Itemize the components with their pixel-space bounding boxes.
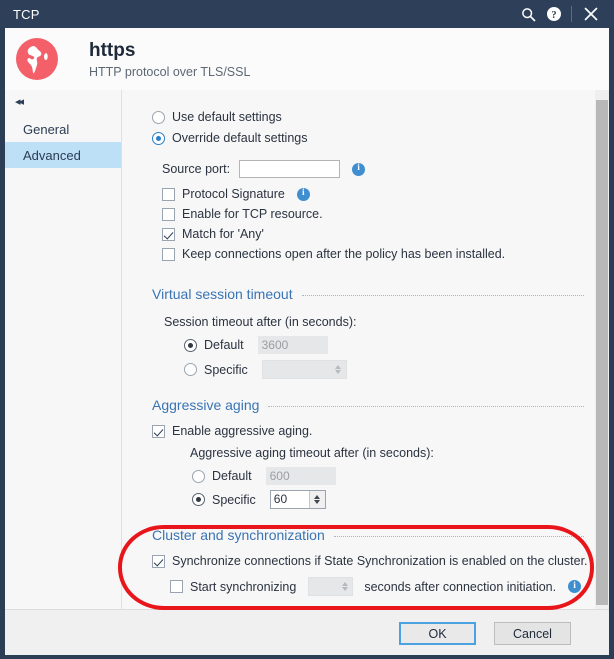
- session-timeout-default-value: [257, 336, 328, 354]
- enable-tcp-resource-label: Enable for TCP resource.: [182, 207, 323, 221]
- dialog-footer: OK Cancel: [5, 609, 609, 655]
- cluster-synchronization-heading-text: Cluster and synchronization: [152, 527, 325, 543]
- source-port-info-icon[interactable]: i: [352, 162, 366, 176]
- sidebar-item-general[interactable]: General: [5, 116, 121, 142]
- settings-pane-inner: Use default settings Override default se…: [122, 90, 599, 609]
- aggressive-aging-specific-label: Specific: [212, 492, 256, 507]
- title-bar: TCP ?: [0, 0, 614, 28]
- titlebar-separator: [571, 6, 572, 22]
- vertical-scrollbar[interactable]: [595, 90, 609, 609]
- start-synchronizing-after-label: seconds after connection initiation.: [364, 579, 557, 594]
- start-synchronizing-row[interactable]: Start synchronizing seconds after connec…: [170, 577, 582, 596]
- dialog-header: https HTTP protocol over TLS/SSL: [5, 28, 609, 90]
- enable-tcp-resource-checkbox[interactable]: [162, 207, 175, 221]
- start-synchronizing-value: [309, 578, 337, 595]
- keep-connections-open-row[interactable]: Keep connections open after the policy h…: [162, 247, 505, 261]
- match-for-any-checkbox[interactable]: [162, 227, 175, 241]
- search-icon[interactable]: [515, 1, 541, 27]
- use-default-settings-radio[interactable]: [152, 110, 165, 124]
- help-icon[interactable]: ?: [541, 1, 567, 27]
- heading-rule: [268, 406, 584, 408]
- start-synchronizing-label: Start synchronizing: [190, 579, 297, 594]
- synchronize-connections-label: Synchronize connections if State Synchro…: [172, 554, 588, 568]
- protocol-signature-checkbox[interactable]: [162, 187, 175, 201]
- keep-connections-open-label: Keep connections open after the policy h…: [182, 247, 506, 261]
- override-default-settings-label: Override default settings: [172, 131, 308, 145]
- source-port-input[interactable]: [239, 160, 341, 178]
- globe-icon: [16, 38, 58, 80]
- session-timeout-default-radio[interactable]: [184, 338, 197, 352]
- tcp-properties-window: TCP ? https HTTP protocol over TLS/SSL ◂…: [0, 0, 614, 659]
- window-title: TCP: [13, 6, 40, 22]
- cluster-synchronization-heading: Cluster and synchronization: [152, 527, 584, 543]
- synchronize-connections-row[interactable]: Synchronize connections if State Synchro…: [152, 554, 588, 568]
- enable-tcp-resource-row[interactable]: Enable for TCP resource.: [162, 207, 323, 221]
- aggressive-aging-default-label: Default: [212, 469, 252, 483]
- spinner-arrows-icon[interactable]: [337, 578, 353, 595]
- heading-rule: [301, 295, 584, 297]
- ok-button[interactable]: OK: [399, 622, 476, 645]
- override-default-settings-radio-row[interactable]: Override default settings: [152, 131, 308, 145]
- override-default-settings-radio[interactable]: [152, 131, 165, 145]
- session-timeout-specific-label: Specific: [204, 362, 248, 377]
- use-default-settings-label: Use default settings: [172, 110, 282, 124]
- source-port-row: Source port: i: [162, 160, 366, 178]
- session-timeout-specific-radio[interactable]: [184, 363, 197, 376]
- page-subtitle: HTTP protocol over TLS/SSL: [89, 64, 251, 79]
- aggressive-aging-heading-text: Aggressive aging: [152, 397, 260, 413]
- use-default-settings-radio-row[interactable]: Use default settings: [152, 110, 282, 124]
- sidebar-item-label: General: [23, 121, 70, 137]
- aggressive-aging-heading: Aggressive aging: [152, 397, 584, 413]
- svg-text:?: ?: [551, 10, 556, 21]
- aggressive-aging-specific-spinner[interactable]: 60: [269, 490, 326, 509]
- aggressive-aging-sublabel: Aggressive aging timeout after (in secon…: [190, 446, 434, 460]
- cancel-button[interactable]: Cancel: [494, 622, 571, 645]
- aggressive-aging-specific-radio[interactable]: [192, 493, 205, 506]
- settings-pane: Use default settings Override default se…: [122, 90, 609, 609]
- spinner-arrows-icon[interactable]: [330, 361, 346, 378]
- header-text: https HTTP protocol over TLS/SSL: [89, 40, 250, 79]
- keep-connections-open-checkbox[interactable]: [162, 247, 175, 261]
- aggressive-aging-specific-value: 60: [273, 492, 288, 506]
- session-timeout-specific-row[interactable]: Specific: [184, 360, 347, 379]
- close-icon[interactable]: [578, 1, 604, 27]
- titlebar-actions: ?: [515, 0, 614, 28]
- enable-aggressive-aging-checkbox[interactable]: [152, 424, 165, 438]
- session-timeout-specific-value: [263, 361, 331, 378]
- enable-aggressive-aging-label: Enable aggressive aging.: [172, 424, 313, 438]
- aggressive-aging-default-row[interactable]: Default: [192, 467, 336, 485]
- sidebar-item-label: Advanced: [23, 147, 81, 163]
- session-timeout-default-label: Default: [204, 338, 244, 352]
- session-timeout-default-row[interactable]: Default: [184, 336, 328, 354]
- collapse-panel-icon[interactable]: ◂◂: [15, 97, 24, 108]
- dialog-body: ◂◂ General Advanced Use default settings…: [5, 90, 609, 609]
- protocol-signature-row[interactable]: Protocol Signature i: [162, 187, 310, 201]
- start-synchronizing-checkbox[interactable]: [170, 580, 183, 593]
- session-timeout-sublabel: Session timeout after (in seconds):: [164, 315, 357, 329]
- source-port-label: Source port:: [162, 162, 231, 176]
- sidebar-item-advanced[interactable]: Advanced: [5, 142, 121, 168]
- synchronize-connections-checkbox[interactable]: [152, 554, 165, 568]
- aggressive-aging-default-radio[interactable]: [192, 469, 205, 483]
- aggressive-aging-default-value: [265, 467, 336, 485]
- protocol-signature-info-icon[interactable]: i: [296, 187, 310, 201]
- virtual-session-timeout-heading-text: Virtual session timeout: [152, 286, 293, 302]
- match-for-any-label: Match for 'Any': [182, 227, 264, 241]
- enable-aggressive-aging-row[interactable]: Enable aggressive aging.: [152, 424, 312, 438]
- scrollbar-thumb[interactable]: [596, 100, 608, 605]
- protocol-signature-label: Protocol Signature: [182, 187, 285, 201]
- sidebar: ◂◂ General Advanced: [5, 90, 122, 609]
- aggressive-aging-specific-row[interactable]: Specific 60: [192, 490, 326, 509]
- heading-rule: [333, 536, 584, 538]
- spinner-arrows-icon[interactable]: [308, 491, 325, 508]
- match-for-any-row[interactable]: Match for 'Any': [162, 227, 264, 241]
- start-synchronizing-spinner[interactable]: [308, 577, 354, 596]
- start-synchronizing-info-icon[interactable]: i: [568, 580, 582, 593]
- session-timeout-specific-spinner[interactable]: [261, 360, 347, 379]
- virtual-session-timeout-heading: Virtual session timeout: [152, 286, 584, 302]
- page-title: https: [89, 39, 136, 61]
